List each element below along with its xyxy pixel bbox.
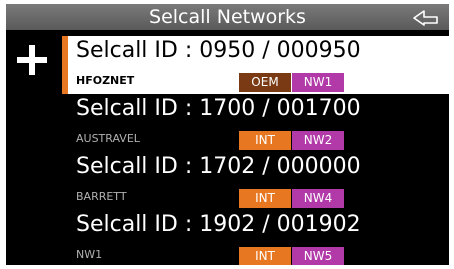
network-name: AUSTRAVEL [76,132,140,145]
network-item[interactable]: Selcall ID : 0950 / 000950 HFOZNET OEM N… [62,36,449,94]
network-name: NW1 [76,248,103,261]
selcall-id-label: Selcall ID : 1702 / 000000 [76,154,361,179]
selcall-id-label: Selcall ID : 0950 / 000950 [76,38,361,63]
selcall-id-label: Selcall ID : 1700 / 001700 [76,96,361,121]
page-title: Selcall Networks [149,6,306,28]
network-list: Selcall ID : 0950 / 000950 HFOZNET OEM N… [62,36,449,265]
back-button[interactable] [410,6,440,28]
plus-icon [17,45,47,75]
back-arrow-icon [413,10,438,26]
type-badge: INT [239,247,291,265]
selcall-id-label: Selcall ID : 1902 / 001902 [76,212,361,237]
screen: Selcall Networks Selcall ID : 0950 / 000… [6,4,449,265]
network-name: HFOZNET [76,74,135,87]
network-item[interactable]: Selcall ID : 1702 / 000000 BARRETT INT N… [68,152,449,210]
network-item[interactable]: Selcall ID : 1700 / 001700 AUSTRAVEL INT… [68,94,449,152]
title-bar: Selcall Networks [6,4,449,30]
network-name: BARRETT [76,190,127,203]
type-badge: INT [239,189,291,208]
network-badge: NW4 [292,189,344,208]
network-badge: NW5 [292,247,344,265]
network-badge: NW1 [292,73,344,92]
add-network-button[interactable] [14,42,50,78]
type-badge: OEM [239,73,291,92]
type-badge: INT [239,131,291,150]
network-item[interactable]: Selcall ID : 1902 / 001902 NW1 INT NW5 [68,210,449,265]
network-badge: NW2 [292,131,344,150]
